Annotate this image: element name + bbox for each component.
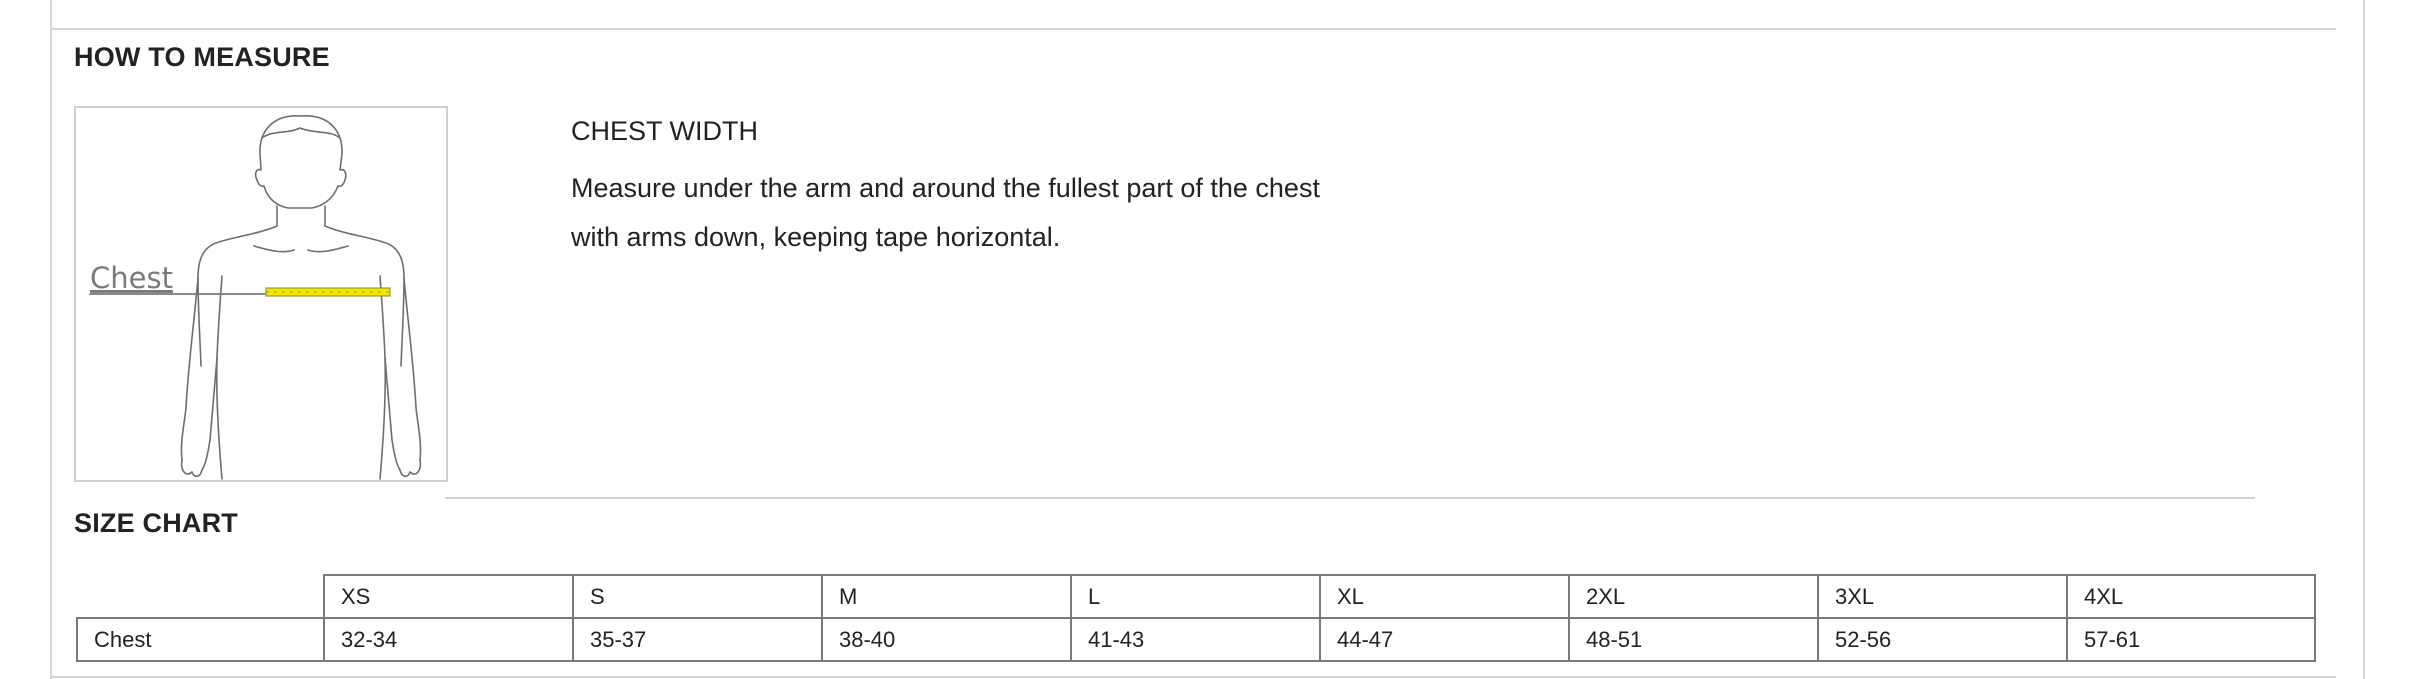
size-header-cell: XL	[1319, 574, 1570, 619]
table-cell: 57-61	[2066, 617, 2316, 662]
page-frame-left-border	[50, 0, 52, 679]
page-frame-right-border	[2363, 0, 2365, 679]
chest-width-instructions: Measure under the arm and around the ful…	[571, 164, 1331, 262]
size-header-row: XS S M L XL 2XL 3XL 4XL	[76, 574, 2316, 619]
size-header-cell: XS	[323, 574, 574, 619]
bottom-divider	[52, 676, 2336, 678]
table-cell: 35-37	[572, 617, 823, 662]
size-header-cell: M	[821, 574, 1072, 619]
chest-width-heading: CHEST WIDTH	[571, 116, 758, 146]
table-cell: 41-43	[1070, 617, 1321, 662]
size-header-cell: 4XL	[2066, 574, 2316, 619]
row-label-cell: Chest	[76, 617, 325, 662]
size-chart-table: XS S M L XL 2XL 3XL 4XL Chest 32-34 35-3…	[76, 574, 2316, 662]
body-outline-illustration: Chest	[89, 115, 422, 480]
header-corner-cell	[76, 574, 325, 619]
table-cell: 38-40	[821, 617, 1072, 662]
chest-label: Chest	[90, 261, 173, 295]
table-cell: 32-34	[323, 617, 574, 662]
chest-measurement-figure: Chest	[74, 106, 448, 482]
middle-divider	[445, 497, 2255, 499]
table-cell: 52-56	[1817, 617, 2068, 662]
top-divider	[52, 28, 2336, 30]
size-header-cell: 3XL	[1817, 574, 2068, 619]
size-chart-title: SIZE CHART	[74, 508, 238, 538]
size-header-cell: 2XL	[1568, 574, 1819, 619]
table-row: Chest 32-34 35-37 38-40 41-43 44-47 48-5…	[76, 617, 2316, 662]
instruction-line: Measure under the arm and around the ful…	[571, 173, 1320, 203]
instruction-line: with arms down, keeping tape horizontal.	[571, 222, 1061, 252]
how-to-measure-title: HOW TO MEASURE	[74, 42, 330, 72]
size-header-cell: S	[572, 574, 823, 619]
table-cell: 44-47	[1319, 617, 1570, 662]
table-cell: 48-51	[1568, 617, 1819, 662]
size-header-cell: L	[1070, 574, 1321, 619]
